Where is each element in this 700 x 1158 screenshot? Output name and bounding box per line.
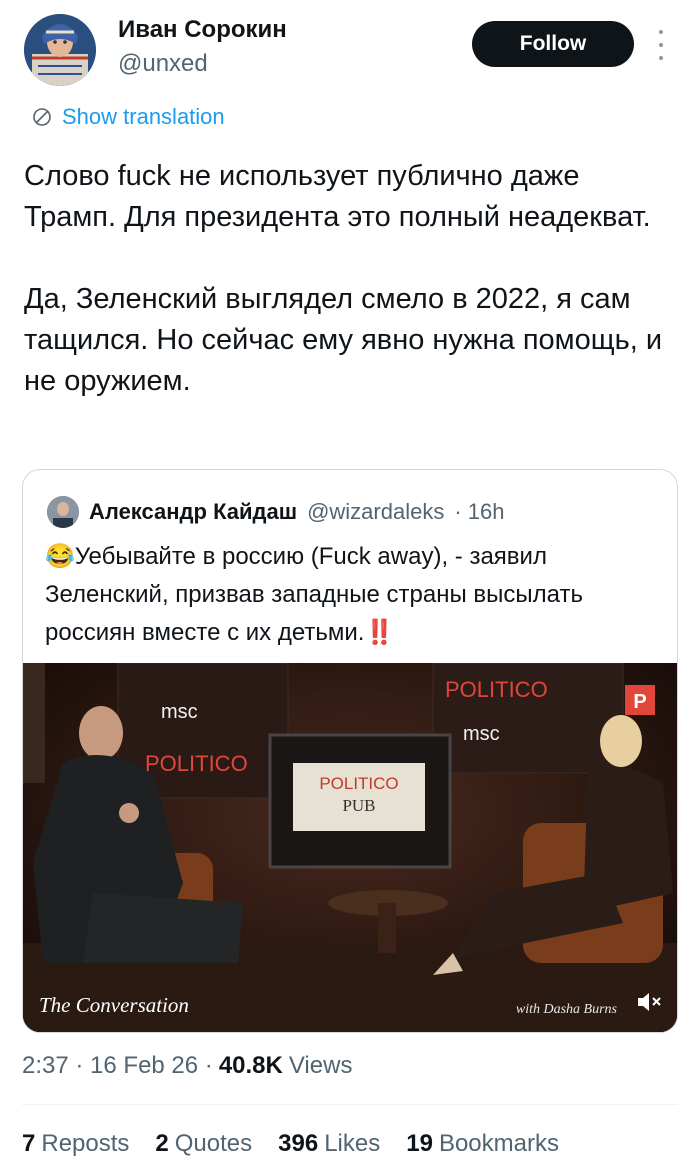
quoted-timestamp[interactable]: · 16h xyxy=(454,499,504,525)
tweet-date[interactable]: 16 Feb 26 xyxy=(90,1052,198,1080)
divider xyxy=(22,1104,678,1105)
mute-icon[interactable] xyxy=(635,990,663,1014)
tweet-paragraph: Слово fuck не использует публично даже Т… xyxy=(24,160,651,233)
reposts-label: Reposts xyxy=(41,1130,130,1157)
author-name[interactable]: Иван Сорокин xyxy=(118,16,287,44)
tweet-meta: 2:37 · 16 Feb 26 · 40.8K Views xyxy=(22,1052,353,1080)
quoted-author-handle[interactable]: @wizardaleks xyxy=(307,499,444,525)
views-label: Views xyxy=(288,1052,353,1079)
tweet-time[interactable]: 2:37 xyxy=(22,1052,69,1080)
views-count: 40.8K xyxy=(218,1052,283,1079)
video-center-sign-subtitle: PUB xyxy=(342,796,375,815)
video-sign-politico-right: POLITICO xyxy=(445,677,548,702)
quoted-text: 😂Уебывайте в россию (Fuck away), - заяви… xyxy=(45,543,583,646)
quoted-avatar[interactable] xyxy=(47,496,79,528)
tweet-text: Слово fuck не использует публично даже Т… xyxy=(24,156,674,402)
quoted-author-name[interactable]: Александр Кайдаш xyxy=(89,499,297,525)
quotes-label: Quotes xyxy=(174,1130,253,1157)
likes-count: 396 xyxy=(278,1130,319,1157)
quoted-header: Александр Кайдаш @wizardaleks · 16h xyxy=(47,496,505,528)
author-avatar[interactable] xyxy=(24,14,96,86)
video-player[interactable]: msc POLITICO POLITICO msc POLITICO PUB P… xyxy=(23,663,677,1032)
likes-stat[interactable]: 396 Likes xyxy=(278,1130,380,1158)
quotes-stat[interactable]: 2 Quotes xyxy=(155,1130,252,1158)
quoted-tweet[interactable]: Александр Кайдаш @wizardaleks · 16h 😂Уеб… xyxy=(22,469,678,1033)
follow-button[interactable]: Follow xyxy=(472,21,634,67)
video-sign-msc-right: msc xyxy=(463,723,500,745)
tweet-paragraph: Да, Зеленский выглядел смело в 2022, я с… xyxy=(24,283,663,397)
quotes-count: 2 xyxy=(155,1130,169,1157)
bookmarks-count: 19 xyxy=(406,1130,433,1157)
video-caption-right: with Dasha Burns xyxy=(515,1002,617,1017)
video-frame: msc POLITICO POLITICO msc POLITICO PUB P xyxy=(23,663,677,1032)
bookmarks-stat[interactable]: 19 Bookmarks xyxy=(406,1130,559,1158)
video-sign-msc-left: msc xyxy=(161,701,198,723)
engagement-stats: 7 Reposts 2 Quotes 396 Likes 19 Bookmarks xyxy=(22,1130,559,1158)
reposts-count: 7 xyxy=(22,1130,36,1157)
video-corner-badge: P xyxy=(633,691,646,713)
reposts-stat[interactable]: 7 Reposts xyxy=(22,1130,129,1158)
likes-label: Likes xyxy=(324,1130,381,1157)
video-caption-left: The Conversation xyxy=(39,993,189,1017)
show-translation-link[interactable]: Show translation xyxy=(32,104,225,130)
author-handle[interactable]: @unxed xyxy=(118,50,208,78)
video-center-sign-title: POLITICO xyxy=(319,774,398,793)
show-translation-label: Show translation xyxy=(62,104,225,129)
video-sign-politico-left: POLITICO xyxy=(145,751,248,776)
translate-icon xyxy=(33,108,51,126)
bookmarks-label: Bookmarks xyxy=(438,1130,559,1157)
more-options-icon[interactable] xyxy=(655,30,667,60)
